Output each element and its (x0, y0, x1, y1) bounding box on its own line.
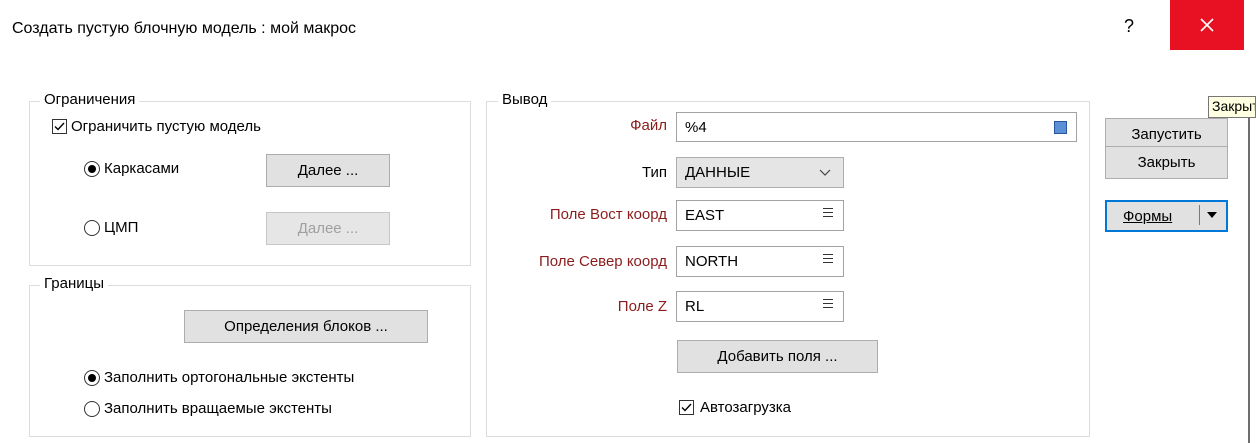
radio-wireframes-label: Каркасами (104, 160, 180, 177)
close-button[interactable]: Закрыть (1105, 146, 1228, 179)
radio-rotated-extents[interactable]: Заполнить вращаемые экстенты (84, 400, 332, 417)
radio-circle (84, 400, 100, 417)
checkmark-icon (54, 122, 65, 131)
radio-orthogonal-label: Заполнить ортогональные экстенты (104, 369, 355, 386)
help-button[interactable]: ? (1124, 16, 1134, 37)
constrain-model-checkbox[interactable]: Ограничить пустую модель (52, 118, 261, 135)
dtm-next-button[interactable]: Далее ... (266, 212, 390, 245)
file-label: Файл (630, 117, 667, 134)
east-field-label: Поле Вост коорд (549, 206, 667, 223)
east-field-value: EAST (685, 207, 725, 224)
radio-circle (84, 369, 100, 386)
window-title: Создать пустую блочную модель : мой макр… (12, 20, 357, 37)
dropdown-arrow-icon[interactable] (1207, 212, 1217, 218)
radio-orthogonal-extents[interactable]: Заполнить ортогональные экстенты (84, 369, 354, 386)
close-tooltip: Закрыть (1208, 96, 1256, 118)
file-browse-icon[interactable] (1054, 121, 1067, 134)
list-icon[interactable] (823, 299, 833, 311)
window-border (1248, 118, 1250, 443)
chevron-down-icon (819, 169, 831, 176)
autoload-label: Автозагрузка (700, 399, 791, 416)
radio-circle (84, 219, 100, 236)
north-field-input[interactable]: NORTH (676, 246, 844, 277)
radio-circle (84, 160, 100, 177)
radio-dtm[interactable]: ЦМП (84, 219, 138, 236)
north-field-value: NORTH (685, 253, 739, 270)
type-combobox[interactable]: ДАННЫЕ (676, 157, 844, 188)
checkbox-box (679, 400, 694, 415)
list-icon[interactable] (823, 208, 833, 220)
autoload-checkbox[interactable]: Автозагрузка (679, 399, 791, 416)
checkbox-box (52, 119, 67, 134)
forms-separator (1199, 205, 1200, 225)
list-icon[interactable] (823, 254, 833, 266)
forms-label: Формы (1123, 207, 1173, 225)
radio-rotated-label: Заполнить вращаемые экстенты (104, 400, 332, 417)
add-fields-button[interactable]: Добавить поля ... (677, 340, 878, 373)
constraints-group-label: Ограничения (40, 91, 140, 108)
z-field-label: Поле Z (617, 298, 667, 315)
constrain-model-label: Ограничить пустую модель (71, 118, 261, 135)
file-value: %4 (685, 118, 707, 136)
radio-dtm-label: ЦМП (104, 219, 139, 236)
checkmark-icon (681, 403, 692, 412)
north-field-label: Поле Север коорд (538, 253, 667, 270)
file-field[interactable]: %4 (676, 112, 1077, 142)
forms-button[interactable]: Формы (1105, 200, 1228, 232)
wireframes-next-button[interactable]: Далее ... (266, 154, 390, 187)
z-field-value: RL (685, 298, 705, 315)
east-field-input[interactable]: EAST (676, 200, 844, 231)
radio-wireframes[interactable]: Каркасами (84, 160, 179, 177)
type-label: Тип (641, 164, 667, 181)
type-value: ДАННЫЕ (685, 164, 751, 181)
block-definitions-button[interactable]: Определения блоков ... (184, 310, 428, 343)
bounds-group-label: Границы (40, 275, 108, 292)
output-group-label: Вывод (498, 91, 552, 108)
z-field-input[interactable]: RL (676, 291, 844, 322)
close-icon (1200, 18, 1214, 32)
window-close-button[interactable] (1170, 0, 1244, 50)
